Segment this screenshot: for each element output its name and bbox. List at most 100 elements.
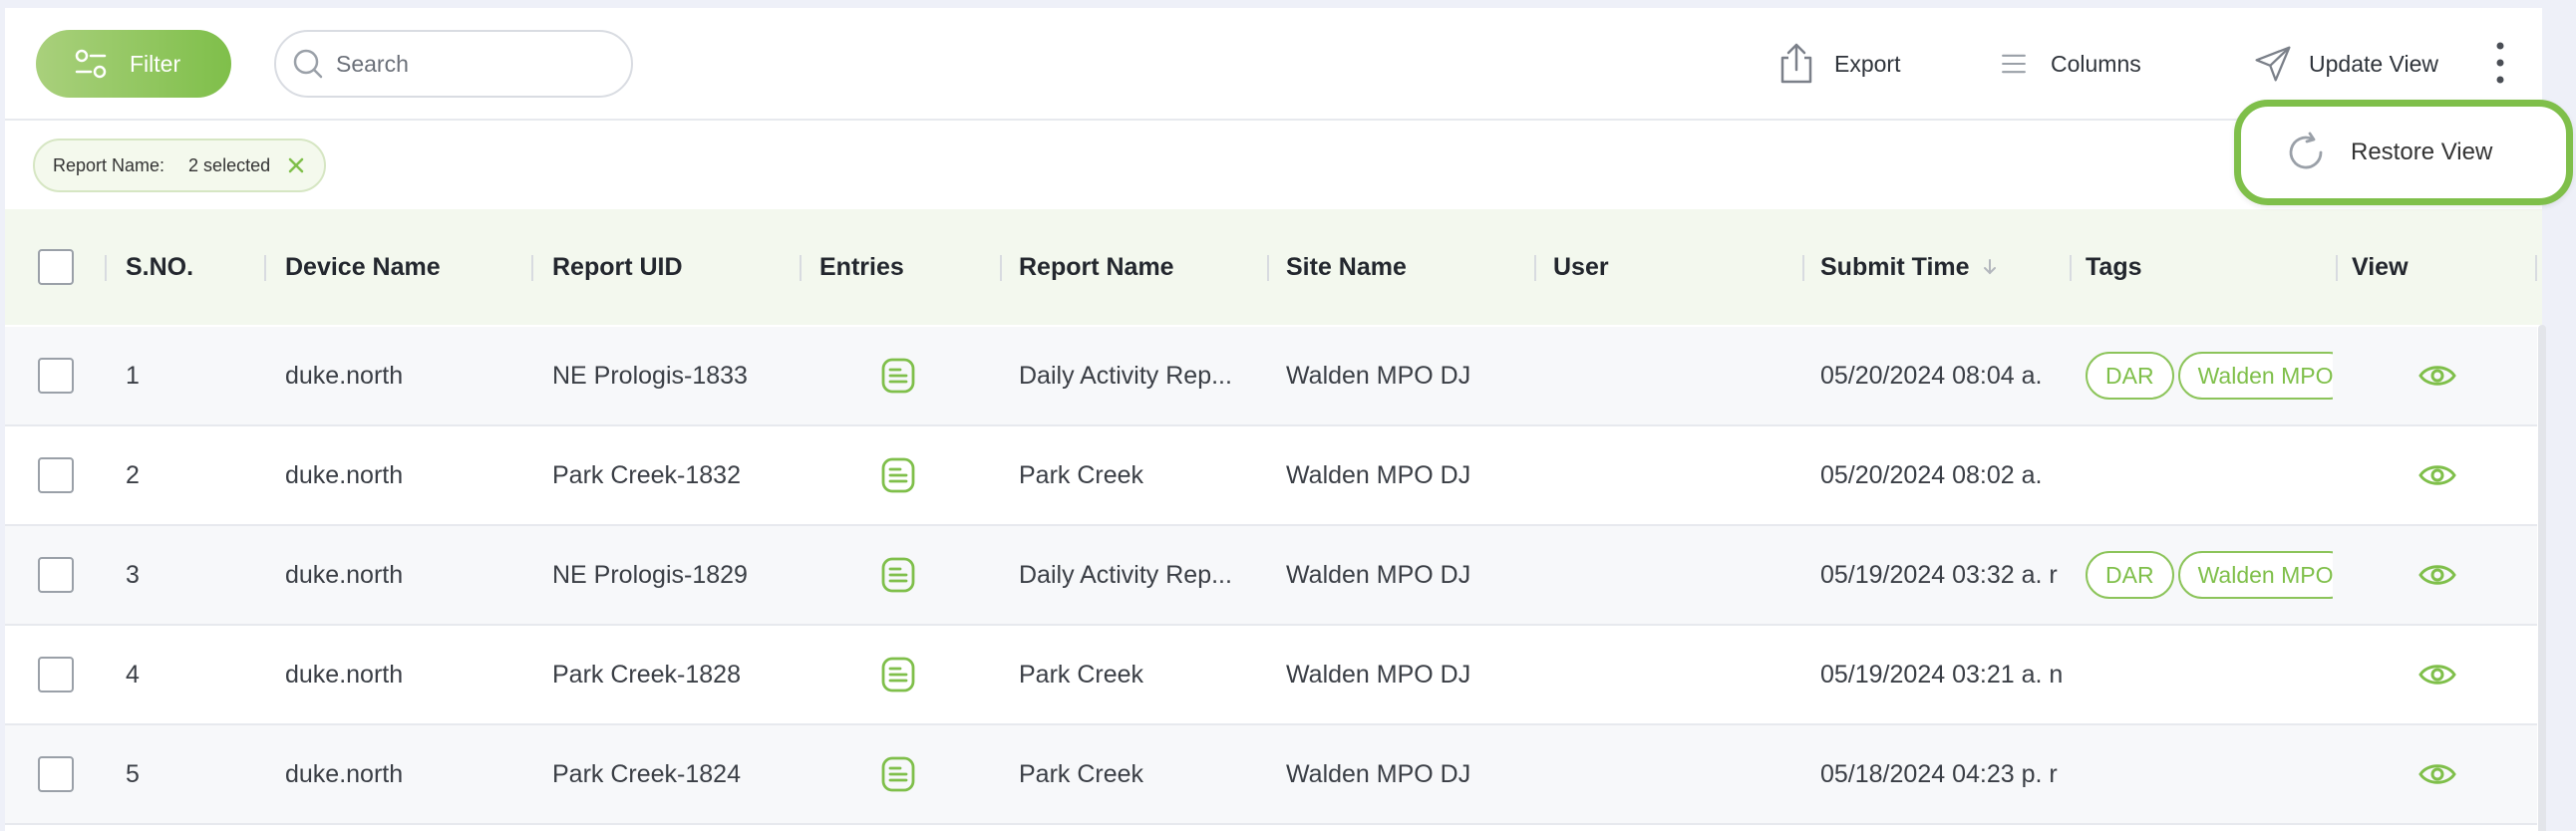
cell-device-name: duke.north xyxy=(285,660,404,689)
column-header-view[interactable]: View xyxy=(2352,209,2409,325)
column-header-site-name[interactable]: Site Name xyxy=(1286,209,1407,325)
cell-entries[interactable] xyxy=(878,327,918,424)
cell-report-name: Park Creek xyxy=(1019,460,1144,489)
cell-view[interactable] xyxy=(2417,327,2457,424)
cell-device-name: duke.north xyxy=(285,361,404,390)
restore-view-menu-item[interactable]: Restore View xyxy=(2234,100,2573,205)
cell-site-name: Walden MPO DJ xyxy=(1286,660,1471,689)
document-icon[interactable] xyxy=(878,655,918,694)
column-divider xyxy=(800,255,802,281)
cell-report-name: Park Creek xyxy=(1019,660,1144,689)
cell-device-name: duke.north xyxy=(285,759,404,788)
filter-chip: Report Name: 2 selected xyxy=(33,138,327,192)
tag-badge[interactable]: Walden MPO xyxy=(2177,551,2333,599)
cell-report-uid: NE Prologis-1833 xyxy=(552,361,748,390)
column-header-report-uid[interactable]: Report UID xyxy=(552,209,683,325)
cell-site-name: Walden MPO DJ xyxy=(1286,560,1471,589)
close-icon[interactable] xyxy=(286,155,306,175)
cell-report-uid: Park Creek-1824 xyxy=(552,759,741,788)
row-checkbox[interactable] xyxy=(38,657,74,692)
filter-label: Filter xyxy=(130,50,181,77)
cell-view[interactable] xyxy=(2417,725,2457,823)
column-divider xyxy=(2535,255,2537,281)
eye-icon[interactable] xyxy=(2417,655,2457,694)
row-checkbox[interactable] xyxy=(38,358,74,394)
table-header: S.NO. Device Name Report UID Entries Rep… xyxy=(5,209,2542,325)
column-header-submit-time[interactable]: Submit Time xyxy=(1820,209,2000,325)
cell-entries[interactable] xyxy=(878,626,918,723)
cell-sno: 3 xyxy=(126,560,140,589)
document-icon[interactable] xyxy=(878,555,918,595)
column-header-user[interactable]: User xyxy=(1553,209,1609,325)
row-checkbox[interactable] xyxy=(38,756,74,792)
select-all-checkbox[interactable] xyxy=(38,249,74,285)
table-row[interactable]: 2 duke.north Park Creek-1832 Park Creek … xyxy=(5,426,2537,526)
eye-icon[interactable] xyxy=(2417,754,2457,794)
column-header-sno[interactable]: S.NO. xyxy=(126,209,193,325)
cell-view[interactable] xyxy=(2417,426,2457,524)
row-checkbox[interactable] xyxy=(38,457,74,493)
search-icon xyxy=(293,49,323,79)
search-input[interactable] xyxy=(336,50,615,78)
column-divider xyxy=(105,255,107,281)
update-view-label: Update View xyxy=(2309,50,2438,77)
table-row[interactable]: 5 duke.north Park Creek-1824 Park Creek … xyxy=(5,725,2537,825)
export-label: Export xyxy=(1834,50,1901,77)
vertical-scrollbar[interactable] xyxy=(2538,325,2546,831)
column-divider xyxy=(531,255,533,281)
update-view-button[interactable]: Update View xyxy=(2253,34,2438,94)
column-divider xyxy=(264,255,266,281)
cell-submit-time: 05/20/2024 08:02 a. xyxy=(1820,460,2043,489)
chip-value: 2 selected xyxy=(188,154,271,175)
cell-tags: DAR Walden MPO xyxy=(2086,327,2333,424)
column-divider xyxy=(2070,255,2072,281)
cell-view[interactable] xyxy=(2417,626,2457,723)
cell-entries[interactable] xyxy=(878,426,918,524)
eye-icon[interactable] xyxy=(2417,555,2457,595)
column-divider xyxy=(1534,255,1536,281)
column-header-tags[interactable]: Tags xyxy=(2086,209,2142,325)
column-header-entries[interactable]: Entries xyxy=(819,209,904,325)
column-header-device-name[interactable]: Device Name xyxy=(285,209,441,325)
report-list-panel: Filter Export Columns xyxy=(5,8,2546,831)
cell-sno: 5 xyxy=(126,759,140,788)
column-divider xyxy=(2336,255,2338,281)
tag-badge[interactable]: Walden MPO xyxy=(2177,352,2333,400)
kebab-icon[interactable] xyxy=(2485,38,2515,88)
document-icon[interactable] xyxy=(878,455,918,495)
cell-report-name: Daily Activity Rep... xyxy=(1019,560,1232,589)
tag-badge[interactable]: DAR xyxy=(2086,551,2174,599)
cell-site-name: Walden MPO DJ xyxy=(1286,759,1471,788)
refresh-icon xyxy=(2289,132,2323,169)
columns-button[interactable]: Columns xyxy=(1999,34,2141,94)
eye-icon[interactable] xyxy=(2417,356,2457,396)
search-box[interactable] xyxy=(274,30,633,98)
cell-site-name: Walden MPO DJ xyxy=(1286,361,1471,390)
cell-report-uid: NE Prologis-1829 xyxy=(552,560,748,589)
share-upload-icon xyxy=(1780,43,1812,84)
export-button[interactable]: Export xyxy=(1774,34,1900,94)
document-icon[interactable] xyxy=(878,754,918,794)
cell-submit-time: 05/19/2024 03:32 a. r xyxy=(1820,560,2058,589)
document-icon[interactable] xyxy=(878,356,918,396)
cell-tags: DAR Walden MPO xyxy=(2086,526,2333,624)
cell-report-name: Daily Activity Rep... xyxy=(1019,361,1232,390)
tag-badge[interactable]: DAR xyxy=(2086,352,2174,400)
cell-submit-time: 05/18/2024 04:23 p. r xyxy=(1820,759,2058,788)
columns-label: Columns xyxy=(2051,50,2141,77)
table-row[interactable]: 4 duke.north Park Creek-1828 Park Creek … xyxy=(5,626,2537,725)
cell-entries[interactable] xyxy=(878,526,918,624)
cell-sno: 4 xyxy=(126,660,140,689)
cell-view[interactable] xyxy=(2417,526,2457,624)
row-checkbox[interactable] xyxy=(38,557,74,593)
column-divider xyxy=(1267,255,1269,281)
cell-entries[interactable] xyxy=(878,725,918,823)
cell-report-name: Park Creek xyxy=(1019,759,1144,788)
toolbar: Filter Export Columns xyxy=(5,8,2542,121)
eye-icon[interactable] xyxy=(2417,455,2457,495)
column-header-report-name[interactable]: Report Name xyxy=(1019,209,1174,325)
restore-view-label: Restore View xyxy=(2351,138,2493,165)
filter-button[interactable]: Filter xyxy=(36,30,231,98)
table-row[interactable]: 1 duke.north NE Prologis-1833 Daily Acti… xyxy=(5,327,2537,426)
table-row[interactable]: 3 duke.north NE Prologis-1829 Daily Acti… xyxy=(5,526,2537,626)
